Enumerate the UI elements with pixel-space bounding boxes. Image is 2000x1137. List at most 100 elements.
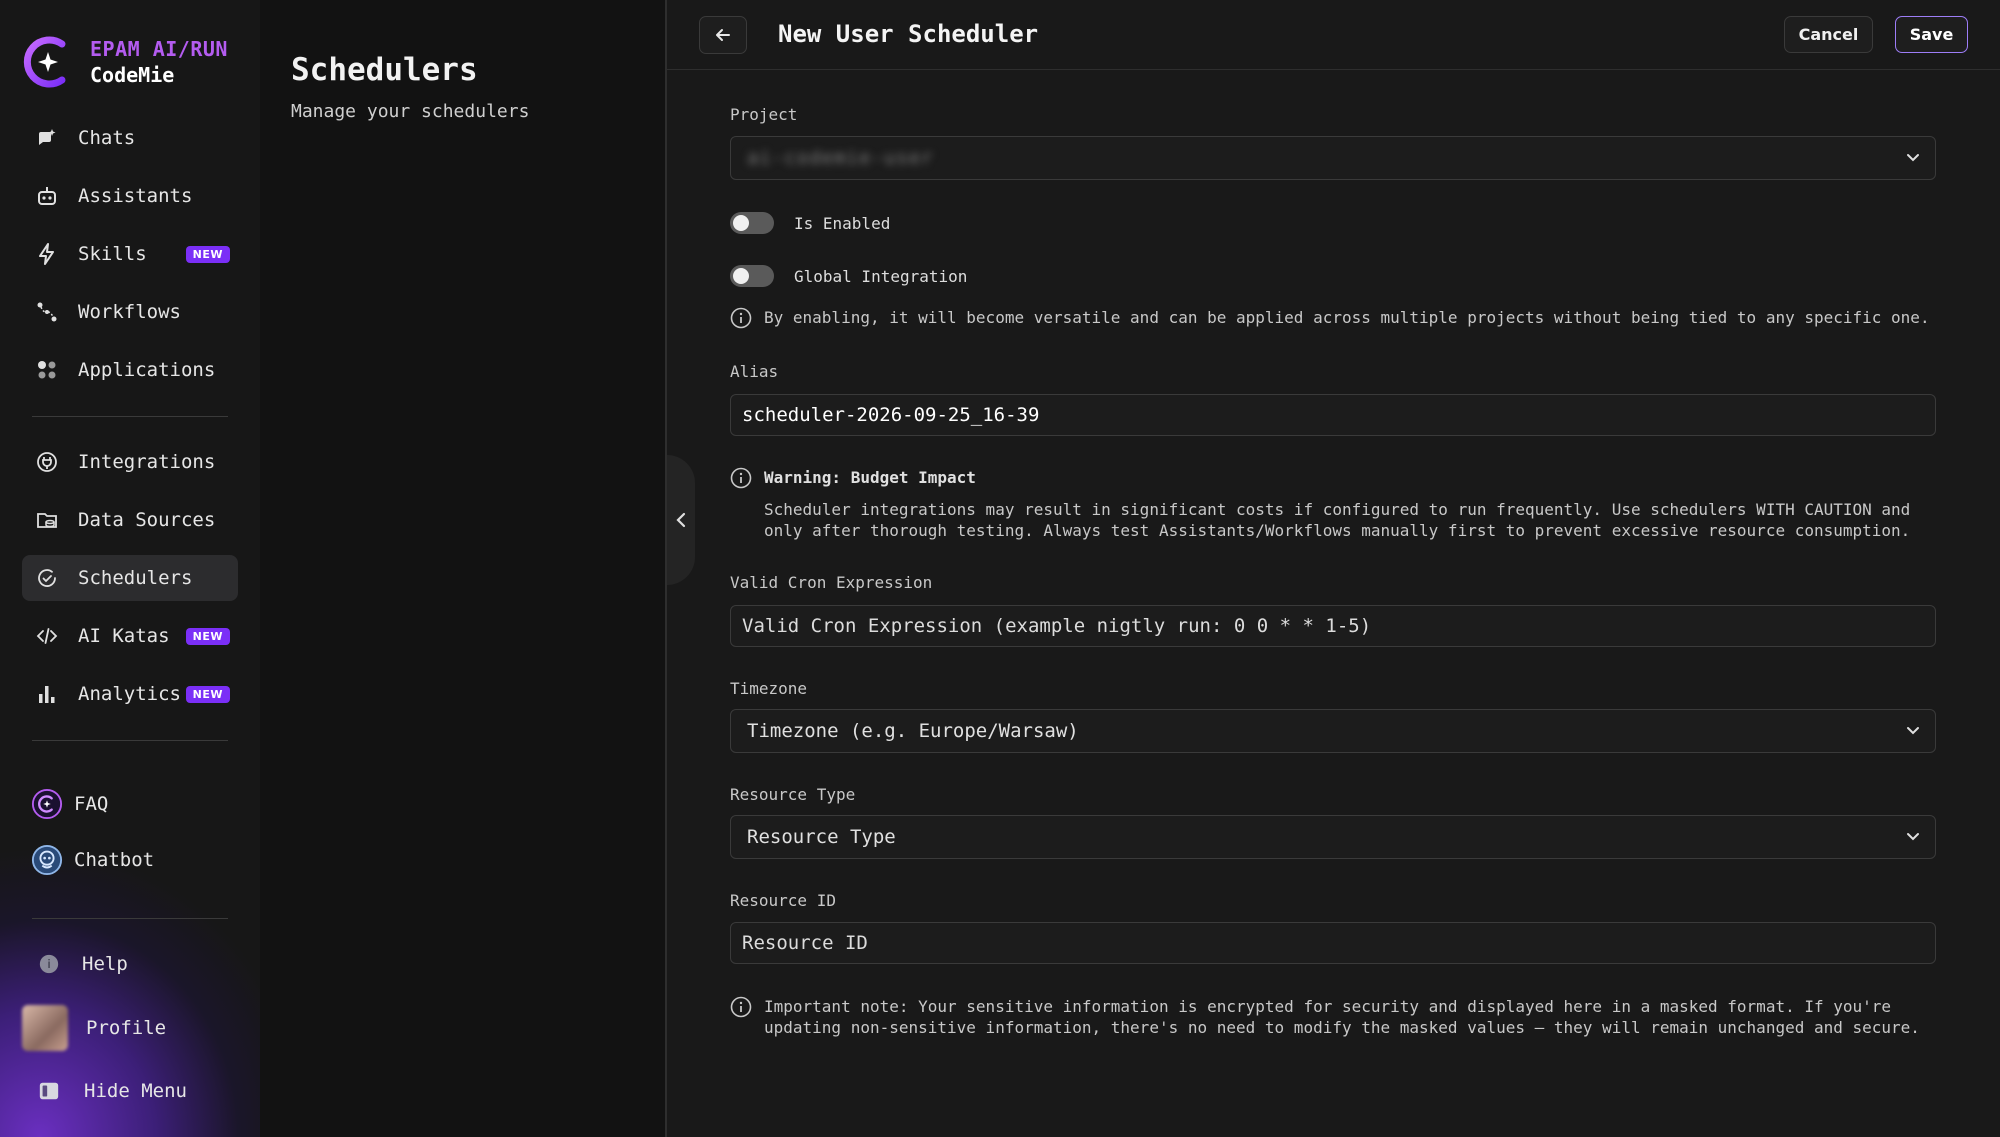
arrow-left-icon: [716, 29, 730, 41]
save-button[interactable]: Save: [1895, 16, 1968, 53]
resource-type-select[interactable]: Resource Type: [730, 815, 1936, 859]
sidebar-item-label: Chats: [78, 127, 136, 149]
timezone-placeholder: Timezone (e.g. Europe/Warsaw): [747, 720, 1079, 742]
important-line-2: updating non-sensitive information, ther…: [764, 1018, 1920, 1037]
page-header: New User Scheduler Cancel Save: [667, 0, 2000, 70]
sidebar-item-label: AI Katas: [78, 625, 170, 647]
sidebar-item-label: Applications: [78, 359, 216, 381]
global-integration-note: By enabling, it will become versatile an…: [730, 307, 1930, 329]
cron-label: Valid Cron Expression: [730, 573, 933, 592]
new-badge: NEW: [185, 627, 230, 645]
global-note-text: By enabling, it will become versatile an…: [764, 308, 1930, 327]
svg-text:i: i: [47, 957, 50, 971]
scheduler-icon: [34, 565, 60, 591]
sidebar-item-schedulers[interactable]: Schedulers: [22, 555, 238, 601]
sidebar-item-label: Assistants: [78, 185, 193, 207]
warning-line-2: only after thorough testing. Always test…: [764, 521, 1911, 540]
main-content: New User Scheduler Cancel Save Project a…: [667, 0, 2000, 1137]
sidebar-item-help[interactable]: i Help: [32, 947, 128, 981]
sidebar-item-skills[interactable]: Skills NEW: [22, 231, 238, 277]
project-select[interactable]: ai-codemie-user: [730, 136, 1936, 180]
chat-icon: [34, 125, 60, 151]
sidebar-divider: [32, 416, 228, 417]
sidebar-toggle-icon: [32, 1074, 66, 1108]
sidebar-item-workflows[interactable]: Workflows: [22, 289, 238, 335]
sidebar-item-label: Skills: [78, 243, 147, 265]
resource-type-label: Resource Type: [730, 785, 856, 804]
chevron-left-icon: [676, 512, 686, 528]
chatbot-label: Chatbot: [74, 849, 155, 871]
sidebar-item-label: Workflows: [78, 301, 181, 323]
avatar: [22, 1005, 68, 1051]
product-name: CodeMie: [90, 63, 175, 87]
timezone-label: Timezone: [730, 679, 808, 698]
faq-icon: [30, 787, 64, 821]
sidebar-item-chats[interactable]: Chats: [22, 115, 238, 161]
sidebar-item-chatbot[interactable]: Chatbot: [30, 843, 154, 877]
brand-name: EPAM AI/RUN: [90, 37, 228, 61]
alias-field[interactable]: [730, 394, 1936, 436]
warning-title: Warning: Budget Impact: [764, 468, 976, 487]
sidebar-item-ai-katas[interactable]: AI Katas NEW: [22, 613, 238, 659]
sidebar-item-hide-menu[interactable]: Hide Menu: [32, 1074, 187, 1108]
new-badge: NEW: [185, 245, 230, 263]
global-integration-row: Global Integration: [730, 265, 967, 287]
hide-menu-label: Hide Menu: [84, 1080, 187, 1102]
chatbot-icon: [30, 843, 64, 877]
sidebar-item-integrations[interactable]: Integrations: [22, 439, 238, 485]
sidebar-item-assistants[interactable]: Assistants: [22, 173, 238, 219]
panel-subtitle: Manage your schedulers: [291, 101, 530, 122]
profile-label: Profile: [86, 1017, 167, 1039]
cron-field[interactable]: [730, 605, 1936, 647]
sidebar-item-label: Analytics: [78, 683, 181, 705]
panel-title: Schedulers: [291, 52, 478, 88]
cancel-button[interactable]: Cancel: [1784, 16, 1873, 53]
help-icon: i: [32, 947, 66, 981]
new-badge: NEW: [185, 685, 230, 703]
info-icon: [730, 996, 752, 1018]
is-enabled-toggle[interactable]: [730, 212, 774, 234]
resource-type-placeholder: Resource Type: [747, 826, 896, 848]
resource-id-field[interactable]: [730, 922, 1936, 964]
schedulers-panel: Schedulers Manage your schedulers: [260, 0, 665, 1137]
collapse-panel-button[interactable]: [667, 455, 695, 585]
is-enabled-label: Is Enabled: [794, 213, 891, 233]
resource-id-input[interactable]: [731, 923, 1935, 963]
sidebar-item-label: Data Sources: [78, 509, 216, 531]
sidebar-divider: [32, 918, 228, 919]
info-icon: [730, 307, 752, 329]
warning-line-1: Scheduler integrations may result in sig…: [764, 500, 1911, 519]
sidebar-item-analytics[interactable]: Analytics NEW: [22, 671, 238, 717]
sidebar-item-applications[interactable]: Applications: [22, 347, 238, 393]
back-button[interactable]: [699, 16, 747, 54]
info-icon: [730, 467, 752, 489]
important-note: Important note: Your sensitive informati…: [730, 996, 1920, 1038]
chevron-down-icon: [1907, 727, 1919, 735]
bolt-icon: [34, 241, 60, 267]
chevron-down-icon: [1907, 833, 1919, 841]
alias-input[interactable]: [731, 395, 1935, 435]
sidebar-divider: [32, 740, 228, 741]
workflow-icon: [34, 299, 60, 325]
code-icon: [34, 623, 60, 649]
timezone-select[interactable]: Timezone (e.g. Europe/Warsaw): [730, 709, 1936, 753]
budget-warning: Warning: Budget Impact Scheduler integra…: [730, 467, 1910, 541]
cron-input[interactable]: [731, 606, 1935, 646]
project-label: Project: [730, 105, 798, 124]
alias-label: Alias: [730, 362, 779, 381]
resource-id-label: Resource ID: [730, 891, 836, 910]
sidebar-item-label: Integrations: [78, 451, 216, 473]
sidebar-item-profile[interactable]: Profile: [22, 1005, 166, 1051]
apps-icon: [34, 357, 60, 383]
global-integration-toggle[interactable]: [730, 265, 774, 287]
sidebar: EPAM AI/RUN CodeMie Chats Assistants Ski…: [0, 0, 260, 1137]
brand-logo[interactable]: EPAM AI/RUN CodeMie: [22, 34, 228, 90]
sidebar-item-data-sources[interactable]: Data Sources: [22, 497, 238, 543]
chevron-down-icon: [1907, 154, 1919, 162]
faq-label: FAQ: [74, 793, 109, 815]
sidebar-item-faq[interactable]: FAQ: [30, 787, 108, 821]
database-icon: [34, 507, 60, 533]
help-label: Help: [82, 953, 128, 975]
bar-chart-icon: [34, 681, 60, 707]
page-title: New User Scheduler: [778, 20, 1039, 48]
